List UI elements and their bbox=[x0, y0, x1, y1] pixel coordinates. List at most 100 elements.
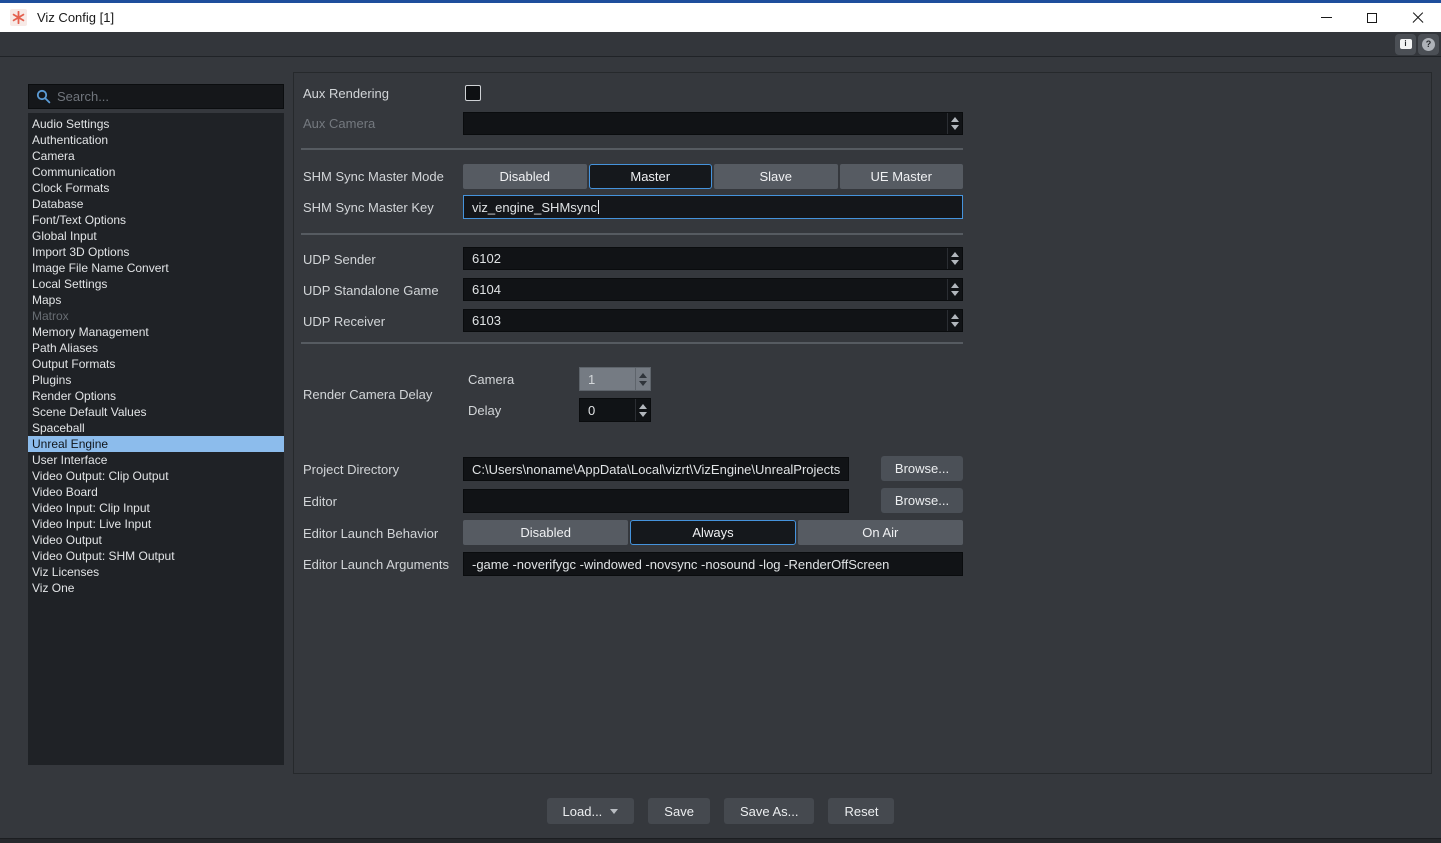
sidebar-item-video-input-live-input[interactable]: Video Input: Live Input bbox=[28, 516, 284, 532]
sidebar-item-memory-management[interactable]: Memory Management bbox=[28, 324, 284, 340]
sidebar-item-audio-settings[interactable]: Audio Settings bbox=[28, 116, 284, 132]
sidebar-item-video-board[interactable]: Video Board bbox=[28, 484, 284, 500]
sidebar-item-spaceball[interactable]: Spaceball bbox=[28, 420, 284, 436]
info-icon: i bbox=[1400, 39, 1412, 49]
sidebar-item-render-options[interactable]: Render Options bbox=[28, 388, 284, 404]
sidebar-item-authentication[interactable]: Authentication bbox=[28, 132, 284, 148]
sidebar-item-import-3d-options[interactable]: Import 3D Options bbox=[28, 244, 284, 260]
spinner-down-button[interactable] bbox=[951, 291, 959, 296]
help-icon: ? bbox=[1422, 38, 1435, 51]
delay-value: 0 bbox=[588, 399, 595, 421]
sidebar-item-unreal-engine[interactable]: Unreal Engine bbox=[28, 436, 284, 452]
shm-sync-master-mode-option-ue-master[interactable]: UE Master bbox=[840, 164, 964, 189]
spinner-up-button[interactable] bbox=[639, 373, 647, 378]
sidebar-item-communication[interactable]: Communication bbox=[28, 164, 284, 180]
sidebar-item-viz-one[interactable]: Viz One bbox=[28, 580, 284, 596]
sidebar-item-database[interactable]: Database bbox=[28, 196, 284, 212]
window-controls bbox=[1303, 3, 1441, 32]
project-directory-input[interactable]: C:\Users\noname\AppData\Local\vizrt\VizE… bbox=[463, 457, 849, 481]
camera-spinner[interactable]: 1 bbox=[579, 367, 651, 391]
project-directory-browse-button[interactable]: Browse... bbox=[881, 456, 963, 481]
sidebar-item-video-output-clip-output[interactable]: Video Output: Clip Output bbox=[28, 468, 284, 484]
search-input[interactable] bbox=[57, 89, 283, 104]
viz-app-icon bbox=[10, 9, 27, 26]
shm-sync-master-mode-option-slave[interactable]: Slave bbox=[714, 164, 838, 189]
camera-value: 1 bbox=[588, 368, 595, 390]
spinner-down-button[interactable] bbox=[951, 125, 959, 130]
aux-camera-spinner[interactable] bbox=[463, 112, 963, 135]
sidebar-item-font-text-options[interactable]: Font/Text Options bbox=[28, 212, 284, 228]
spinner-down-button[interactable] bbox=[951, 322, 959, 327]
spinner-arrows bbox=[635, 368, 650, 390]
spinner-down-button[interactable] bbox=[639, 412, 647, 417]
editor-input[interactable] bbox=[463, 489, 849, 513]
reset-button[interactable]: Reset bbox=[828, 798, 894, 824]
sidebar-item-user-interface[interactable]: User Interface bbox=[28, 452, 284, 468]
spinner-up-button[interactable] bbox=[951, 117, 959, 122]
help-button[interactable]: ? bbox=[1418, 34, 1439, 55]
shm-sync-master-key-value: viz_engine_SHMsync bbox=[472, 200, 597, 215]
editor-browse-button[interactable]: Browse... bbox=[881, 488, 963, 513]
shm-sync-master-mode-option-master[interactable]: Master bbox=[589, 164, 713, 189]
sidebar-item-maps[interactable]: Maps bbox=[28, 292, 284, 308]
render-camera-delay-label: Render Camera Delay bbox=[303, 387, 432, 402]
udp-sender-spinner[interactable]: 6102 bbox=[463, 247, 963, 270]
delay-spinner[interactable]: 0 bbox=[579, 398, 651, 422]
minimize-icon bbox=[1321, 17, 1332, 18]
sidebar-item-path-aliases[interactable]: Path Aliases bbox=[28, 340, 284, 356]
spinner-arrows bbox=[947, 113, 962, 134]
save-as-button[interactable]: Save As... bbox=[724, 798, 815, 824]
udp-sender-label: UDP Sender bbox=[303, 252, 376, 267]
udp-receiver-spinner[interactable]: 6103 bbox=[463, 309, 963, 332]
spinner-down-button[interactable] bbox=[639, 381, 647, 386]
shm-sync-master-mode-segmented: DisabledMasterSlaveUE Master bbox=[463, 164, 963, 189]
separator bbox=[301, 342, 963, 344]
spinner-down-button[interactable] bbox=[951, 260, 959, 265]
save-button-label: Save bbox=[664, 804, 694, 819]
sidebar-item-scene-default-values[interactable]: Scene Default Values bbox=[28, 404, 284, 420]
spinner-up-button[interactable] bbox=[951, 283, 959, 288]
spinner-up-button[interactable] bbox=[951, 252, 959, 257]
udp-receiver-label: UDP Receiver bbox=[303, 314, 385, 329]
udp-receiver-value: 6103 bbox=[472, 313, 501, 328]
editor-launch-arguments-label: Editor Launch Arguments bbox=[303, 557, 449, 572]
bottom-edge-strip bbox=[0, 838, 1441, 843]
shm-sync-master-mode-option-disabled[interactable]: Disabled bbox=[463, 164, 587, 189]
sidebar-item-video-input-clip-input[interactable]: Video Input: Clip Input bbox=[28, 500, 284, 516]
minimize-button[interactable] bbox=[1303, 3, 1349, 32]
udp-standalone-game-spinner[interactable]: 6104 bbox=[463, 278, 963, 301]
editor-launch-behavior-option-always[interactable]: Always bbox=[630, 520, 795, 545]
editor-launch-arguments-input[interactable]: -game -noverifygc -windowed -novsync -no… bbox=[463, 552, 963, 576]
maximize-button[interactable] bbox=[1349, 3, 1395, 32]
load-button[interactable]: Load... bbox=[547, 798, 635, 824]
sidebar-item-local-settings[interactable]: Local Settings bbox=[28, 276, 284, 292]
info-button[interactable]: i bbox=[1395, 34, 1416, 55]
sidebar-item-image-file-name-convert[interactable]: Image File Name Convert bbox=[28, 260, 284, 276]
sidebar-item-viz-licenses[interactable]: Viz Licenses bbox=[28, 564, 284, 580]
save-button[interactable]: Save bbox=[648, 798, 710, 824]
spinner-up-button[interactable] bbox=[639, 404, 647, 409]
spinner-arrows bbox=[947, 248, 962, 269]
search-box bbox=[28, 84, 284, 109]
aux-rendering-checkbox[interactable] bbox=[465, 85, 481, 101]
editor-launch-arguments-value: -game -noverifygc -windowed -novsync -no… bbox=[472, 557, 889, 572]
sidebar-item-output-formats[interactable]: Output Formats bbox=[28, 356, 284, 372]
sidebar-item-video-output[interactable]: Video Output bbox=[28, 532, 284, 548]
delay-label: Delay bbox=[468, 403, 501, 418]
sidebar-item-plugins[interactable]: Plugins bbox=[28, 372, 284, 388]
sidebar-item-video-output-shm-output[interactable]: Video Output: SHM Output bbox=[28, 548, 284, 564]
spinner-arrows bbox=[947, 279, 962, 300]
sidebar-item-camera[interactable]: Camera bbox=[28, 148, 284, 164]
search-icon bbox=[36, 89, 51, 104]
toolbar: i ? bbox=[0, 32, 1441, 57]
shm-sync-master-key-input[interactable]: viz_engine_SHMsync bbox=[463, 195, 963, 219]
editor-label: Editor bbox=[303, 494, 337, 509]
editor-launch-behavior-option-disabled[interactable]: Disabled bbox=[463, 520, 628, 545]
spinner-up-button[interactable] bbox=[951, 314, 959, 319]
editor-launch-behavior-option-on-air[interactable]: On Air bbox=[798, 520, 963, 545]
sidebar-item-matrox[interactable]: Matrox bbox=[28, 308, 284, 324]
close-button[interactable] bbox=[1395, 3, 1441, 32]
sidebar-item-clock-formats[interactable]: Clock Formats bbox=[28, 180, 284, 196]
unreal-engine-settings-panel: Aux Rendering Aux Camera SHM Sync Master… bbox=[293, 72, 1432, 774]
sidebar-item-global-input[interactable]: Global Input bbox=[28, 228, 284, 244]
